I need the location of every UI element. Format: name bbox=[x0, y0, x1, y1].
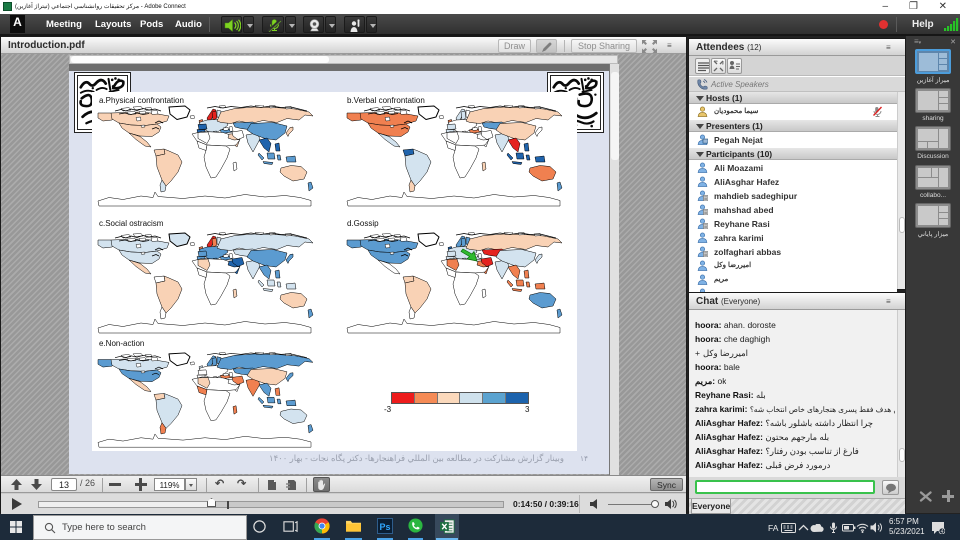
svg-text:4: 4 bbox=[941, 529, 944, 534]
